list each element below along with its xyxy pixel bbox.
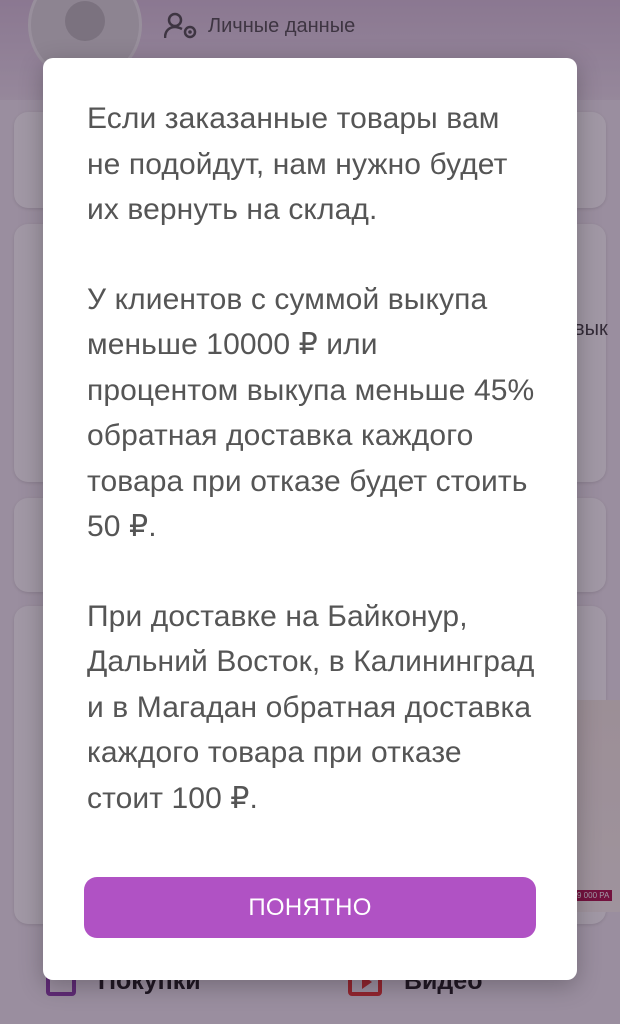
return-notice-text: Если заказанные товары вам не подойдут, … (87, 102, 508, 226)
understood-button[interactable]: ПОНЯТНО (84, 877, 536, 938)
return-policy-dialog: Если заказанные товары вам не подойдут, … (43, 58, 577, 980)
remote-region-fee-text: При доставке на Байконур, Дальний Восток… (87, 599, 535, 815)
return-fee-text: У клиентов с суммой выкупа меньше 10000 … (87, 282, 535, 544)
